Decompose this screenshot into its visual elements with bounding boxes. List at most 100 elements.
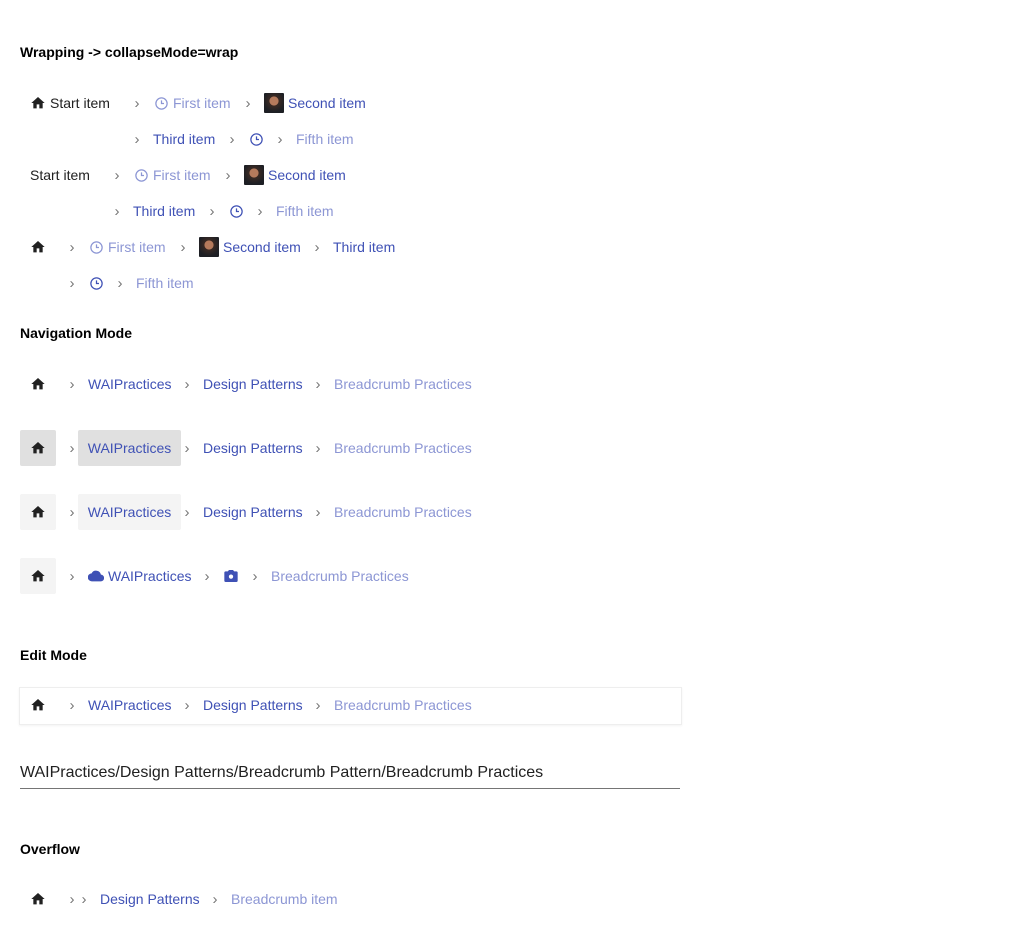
item-label: First item: [108, 239, 166, 255]
breadcrumb-nav-3: › WAIPractices › Design Patterns › Bread…: [0, 494, 1024, 530]
separator-icon: ›: [209, 202, 215, 220]
breadcrumb-third-item[interactable]: Third item: [333, 229, 395, 265]
separator-icon: ›: [184, 503, 190, 521]
separator-icon: ›: [229, 130, 235, 148]
breadcrumb-second-item[interactable]: Second item: [264, 85, 366, 121]
clock-icon: [154, 96, 169, 111]
breadcrumb-wai-item[interactable]: WAIPractices: [78, 494, 181, 530]
item-label: Second item: [288, 95, 366, 111]
breadcrumb-design-item[interactable]: Design Patterns: [203, 430, 303, 466]
separator-icon: ›: [69, 696, 75, 714]
item-label: Second item: [268, 167, 346, 183]
separator-icon: ›: [184, 375, 190, 393]
breadcrumb-first-item: First item: [134, 157, 211, 193]
heading-edit: Edit Mode: [20, 647, 87, 663]
breadcrumb-wai-item[interactable]: WAIPractices: [88, 687, 172, 723]
separator-icon: ›: [114, 202, 120, 220]
breadcrumb-nav-2: › WAIPractices › Design Patterns › Bread…: [0, 430, 1024, 466]
breadcrumb-design-item[interactable]: Design Patterns: [203, 366, 303, 402]
breadcrumb-clock-item[interactable]: [229, 193, 244, 229]
breadcrumb-third-item[interactable]: Third item: [153, 121, 215, 157]
separator-icon: ›: [277, 130, 283, 148]
separator-icon: ›: [69, 238, 75, 256]
breadcrumb-second-item[interactable]: Second item: [199, 229, 301, 265]
item-label: First item: [173, 95, 231, 111]
breadcrumb-start-item[interactable]: Start item: [30, 157, 90, 193]
avatar: [199, 237, 219, 257]
breadcrumb-edit: › WAIPractices › Design Patterns › Bread…: [0, 687, 1024, 723]
separator-icon: ›: [314, 238, 320, 256]
breadcrumb-design-item[interactable]: Design Patterns: [203, 494, 303, 530]
separator-icon: ›: [114, 166, 120, 184]
breadcrumb-first-item: First item: [89, 229, 166, 265]
separator-icon: ›: [69, 439, 75, 457]
home-icon: [30, 568, 46, 584]
home-icon: [30, 891, 46, 907]
clock-icon: [89, 240, 104, 255]
breadcrumb-camera-item[interactable]: [223, 558, 239, 594]
separator-icon: ›: [180, 238, 186, 256]
breadcrumb-overflow: › › Design Patterns › Breadcrumb item: [0, 881, 1024, 917]
home-icon: [30, 440, 46, 456]
breadcrumb-clock-item[interactable]: [89, 265, 104, 301]
camera-icon: [223, 568, 239, 584]
separator-icon: ›: [204, 567, 210, 585]
item-label: Start item: [50, 95, 110, 111]
home-icon: [30, 697, 46, 713]
avatar: [264, 93, 284, 113]
home-icon: [30, 376, 46, 392]
separator-icon: ›: [69, 567, 75, 585]
breadcrumb-path-input[interactable]: [20, 758, 680, 789]
separator-icon: ›: [134, 130, 140, 148]
breadcrumb-current-item: Breadcrumb Practices: [334, 440, 472, 456]
breadcrumb-home-item[interactable]: [20, 366, 56, 402]
separator-icon: ›: [69, 890, 75, 908]
home-icon: [30, 504, 46, 520]
breadcrumb-wai-item[interactable]: WAIPractices: [78, 430, 181, 466]
clock-icon: [89, 276, 104, 291]
breadcrumb-home-item[interactable]: [30, 881, 46, 917]
breadcrumb-home-item[interactable]: [20, 430, 56, 466]
clock-icon: [229, 204, 244, 219]
item-label: WAIPractices: [108, 568, 192, 584]
separator-icon: ›: [212, 890, 218, 908]
breadcrumb-first-item: First item: [154, 85, 231, 121]
breadcrumb-current-item: Breadcrumb Practices: [334, 697, 472, 713]
home-icon: [30, 239, 46, 255]
separator-icon: ›: [245, 94, 251, 112]
separator-icon: ›: [69, 274, 75, 292]
overflow-menu-button[interactable]: ›: [80, 881, 88, 917]
clock-icon: [249, 132, 264, 147]
breadcrumb-clock-item[interactable]: [249, 121, 264, 157]
cloud-icon: [88, 568, 104, 584]
heading-navigation: Navigation Mode: [20, 325, 133, 341]
breadcrumb-wrap-3: › First item › Second item › Third item: [0, 229, 1024, 265]
breadcrumb-start-item[interactable]: Start item: [30, 85, 110, 121]
separator-icon: ›: [134, 94, 140, 112]
breadcrumb-current-item: Breadcrumb Practices: [334, 504, 472, 520]
item-label: First item: [153, 167, 211, 183]
breadcrumb-home-item[interactable]: [30, 687, 46, 723]
breadcrumb-wrap-1b: › Third item › › Fifth item: [0, 121, 1024, 157]
separator-icon: ›: [69, 375, 75, 393]
breadcrumb-current-item: Breadcrumb Practices: [271, 568, 409, 584]
breadcrumb-home-item[interactable]: [20, 558, 56, 594]
breadcrumb-wrap-3b: › › Fifth item: [0, 265, 1024, 301]
heading-overflow: Overflow: [20, 841, 80, 857]
separator-icon: ›: [252, 567, 258, 585]
breadcrumb-second-item[interactable]: Second item: [244, 157, 346, 193]
separator-icon: ›: [315, 503, 321, 521]
breadcrumb-wrap-2b: › Third item › › Fifth item: [0, 193, 1024, 229]
breadcrumb-nav-4: › WAIPractices › › Breadcrumb Practices: [0, 558, 1024, 594]
breadcrumb-wai-item[interactable]: WAIPractices: [88, 366, 172, 402]
breadcrumb-wai-item[interactable]: WAIPractices: [88, 558, 192, 594]
heading-wrapping: Wrapping -> collapseMode=wrap: [20, 44, 239, 60]
breadcrumb-third-item[interactable]: Third item: [133, 193, 195, 229]
separator-icon: ›: [225, 166, 231, 184]
item-label: Second item: [223, 239, 301, 255]
breadcrumb-home-item[interactable]: [30, 229, 46, 265]
breadcrumb-home-item[interactable]: [20, 494, 56, 530]
breadcrumb-design-item[interactable]: Design Patterns: [100, 881, 200, 917]
breadcrumb-design-item[interactable]: Design Patterns: [203, 687, 303, 723]
avatar: [244, 165, 264, 185]
